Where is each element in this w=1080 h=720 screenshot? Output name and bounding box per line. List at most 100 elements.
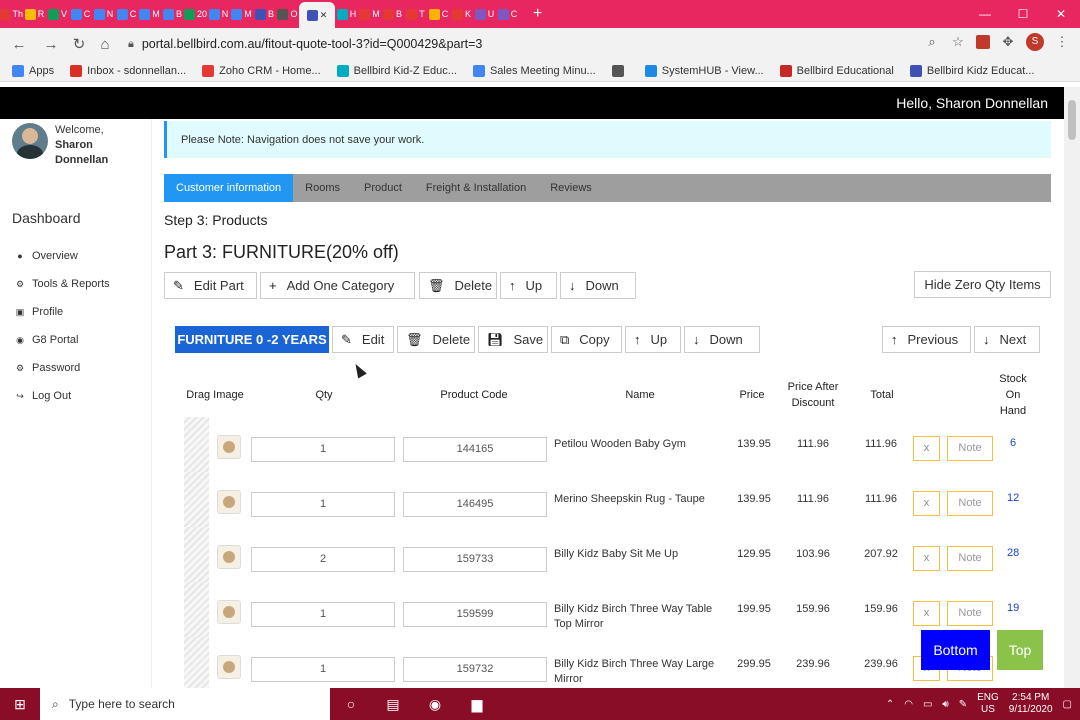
chevron-up-icon[interactable]: ⌃ bbox=[886, 699, 894, 710]
browser-tab[interactable]: T bbox=[404, 0, 427, 28]
browser-tab[interactable]: C bbox=[69, 0, 92, 28]
bookmark-item[interactable]: Bellbird Kidz Educat... bbox=[909, 64, 1034, 77]
close-window-button[interactable]: ✕ bbox=[1042, 0, 1080, 28]
tab-product[interactable]: Product bbox=[352, 174, 414, 202]
new-tab-button[interactable]: + bbox=[533, 5, 542, 23]
bookmark-item[interactable]: Bellbird Kid-Z Educ... bbox=[336, 64, 457, 77]
language-indicator[interactable]: ENG US bbox=[977, 692, 999, 716]
browser-tab[interactable]: C bbox=[427, 0, 450, 28]
bookmark-star-icon[interactable]: ☆ bbox=[950, 34, 966, 50]
cortana-icon[interactable]: ○ bbox=[330, 696, 372, 712]
active-browser-tab[interactable]: ✕ bbox=[299, 2, 335, 28]
minimize-button[interactable]: — bbox=[966, 0, 1004, 28]
windows-start-icon[interactable]: ⊞ bbox=[0, 696, 40, 713]
sidebar-item-g8-portal[interactable]: ◉ G8 Portal bbox=[14, 326, 110, 354]
edit-category-button[interactable]: ✎ Edit bbox=[332, 326, 394, 353]
delete-category-button[interactable]: 🗑︎ Delete bbox=[397, 326, 475, 353]
browser-tab[interactable]: K bbox=[450, 0, 473, 28]
browser-tab[interactable]: B bbox=[161, 0, 184, 28]
page-scrollbar[interactable] bbox=[1064, 87, 1080, 688]
pen-icon[interactable]: ✎ bbox=[959, 699, 967, 710]
volume-icon[interactable]: 🔊︎ bbox=[942, 699, 948, 710]
browser-tab[interactable]: N bbox=[92, 0, 115, 28]
sidebar-item-tools-reports[interactable]: ⚙ Tools & Reports bbox=[14, 270, 110, 298]
home-icon[interactable]: ⌂ bbox=[92, 36, 118, 53]
remove-row-button[interactable]: x bbox=[913, 436, 940, 461]
category-label[interactable]: FURNITURE 0 -2 YEARS bbox=[175, 326, 329, 353]
note-button[interactable]: Note bbox=[947, 491, 993, 516]
remove-row-button[interactable]: x bbox=[913, 546, 940, 571]
note-button[interactable]: Note bbox=[947, 601, 993, 626]
bookmark-item[interactable]: SystemHUB - View... bbox=[644, 64, 764, 77]
qty-input[interactable]: 1 bbox=[251, 602, 395, 627]
browser-tab[interactable]: M bbox=[358, 0, 381, 28]
product-code-input[interactable]: 159599 bbox=[403, 602, 547, 627]
remove-row-button[interactable]: x bbox=[913, 601, 940, 626]
browser-tab[interactable]: B bbox=[253, 0, 276, 28]
clock[interactable]: 2:54 PM 9/11/2020 bbox=[1009, 692, 1053, 716]
chrome-icon[interactable]: ◉ bbox=[414, 696, 456, 713]
edit-part-button[interactable]: ✎ Edit Part bbox=[164, 272, 257, 299]
browser-tab[interactable]: H bbox=[335, 0, 358, 28]
back-icon[interactable]: ← bbox=[6, 36, 32, 53]
remove-row-button[interactable]: x bbox=[913, 491, 940, 516]
add-category-button[interactable]: + Add One Category bbox=[260, 272, 415, 299]
sidebar-item-log-out[interactable]: ↪ Log Out bbox=[14, 382, 110, 410]
browser-tab[interactable]: R bbox=[23, 0, 46, 28]
move-category-up-button[interactable]: ↑ Up bbox=[625, 326, 681, 353]
qty-input[interactable]: 1 bbox=[251, 492, 395, 517]
taskbar-search[interactable]: ⌕ Type here to search bbox=[40, 688, 330, 720]
drag-handle[interactable] bbox=[184, 472, 209, 527]
next-button[interactable]: ↓ Next bbox=[974, 326, 1040, 353]
browser-tab[interactable]: C bbox=[496, 0, 519, 28]
product-code-input[interactable]: 159732 bbox=[403, 657, 547, 682]
battery-icon[interactable]: ▭ bbox=[923, 699, 932, 710]
address-bar[interactable]: 🔒︎ portal.bellbird.com.au/fitout-quote-t… bbox=[116, 31, 966, 57]
browser-tab[interactable]: V bbox=[46, 0, 69, 28]
browser-tab[interactable]: M bbox=[138, 0, 161, 28]
bookmark-item[interactable]: Sales Meeting Minu... bbox=[472, 64, 596, 77]
bookmark-item[interactable]: Zoho CRM - Home... bbox=[202, 64, 321, 77]
browser-tab[interactable]: U bbox=[473, 0, 496, 28]
maximize-button[interactable]: ☐ bbox=[1004, 0, 1042, 28]
drag-handle[interactable] bbox=[184, 637, 209, 688]
bookmark-item[interactable]: Bellbird Educational bbox=[779, 64, 894, 77]
product-code-input[interactable]: 144165 bbox=[403, 437, 547, 462]
scroll-top-button[interactable]: Top bbox=[997, 630, 1043, 670]
tab-customer-information[interactable]: Customer information bbox=[164, 174, 294, 202]
browser-tab[interactable]: N bbox=[207, 0, 230, 28]
browser-tab[interactable]: Th bbox=[0, 0, 23, 28]
extensions-puzzle-icon[interactable]: ✥ bbox=[1000, 34, 1016, 50]
move-part-down-button[interactable]: ↓ Down bbox=[560, 272, 636, 299]
task-view-icon[interactable]: ▤ bbox=[372, 696, 414, 713]
product-code-input[interactable]: 146495 bbox=[403, 492, 547, 517]
browser-tab[interactable]: O bbox=[276, 0, 299, 28]
close-tab-icon[interactable]: ✕ bbox=[320, 10, 328, 21]
qty-input[interactable]: 2 bbox=[251, 547, 395, 572]
move-part-up-button[interactable]: ↑ Up bbox=[500, 272, 557, 299]
qty-input[interactable]: 1 bbox=[251, 657, 395, 682]
delete-part-button[interactable]: 🗑︎ Delete bbox=[419, 272, 497, 299]
forward-icon[interactable]: → bbox=[38, 36, 64, 53]
browser-tab[interactable]: B bbox=[381, 0, 404, 28]
sidebar-item-profile[interactable]: ▣ Profile bbox=[14, 298, 110, 326]
browser-tab[interactable]: 20 bbox=[184, 0, 207, 28]
tab-rooms[interactable]: Rooms bbox=[293, 174, 352, 202]
pdf-extension-icon[interactable] bbox=[976, 35, 990, 49]
previous-button[interactable]: ↑ Previous bbox=[882, 326, 971, 353]
drag-handle[interactable] bbox=[184, 417, 209, 472]
note-button[interactable]: Note bbox=[947, 436, 993, 461]
drag-handle[interactable] bbox=[184, 527, 209, 582]
wifi-icon[interactable]: ◠ bbox=[904, 699, 913, 710]
tab-freight-installation[interactable]: Freight & Installation bbox=[414, 174, 538, 202]
notifications-icon[interactable]: ▢ bbox=[1063, 699, 1072, 710]
sidebar-item-overview[interactable]: ● Overview bbox=[14, 242, 110, 270]
file-explorer-icon[interactable]: ▆ bbox=[456, 696, 498, 713]
browser-tab[interactable]: C bbox=[115, 0, 138, 28]
note-button[interactable]: Note bbox=[947, 546, 993, 571]
profile-avatar[interactable]: S bbox=[1026, 33, 1044, 51]
bookmark-item[interactable]: Apps bbox=[12, 64, 54, 77]
browser-tab[interactable]: M bbox=[230, 0, 253, 28]
move-category-down-button[interactable]: ↓ Down bbox=[684, 326, 760, 353]
hide-zero-qty-button[interactable]: Hide Zero Qty Items bbox=[914, 271, 1051, 298]
